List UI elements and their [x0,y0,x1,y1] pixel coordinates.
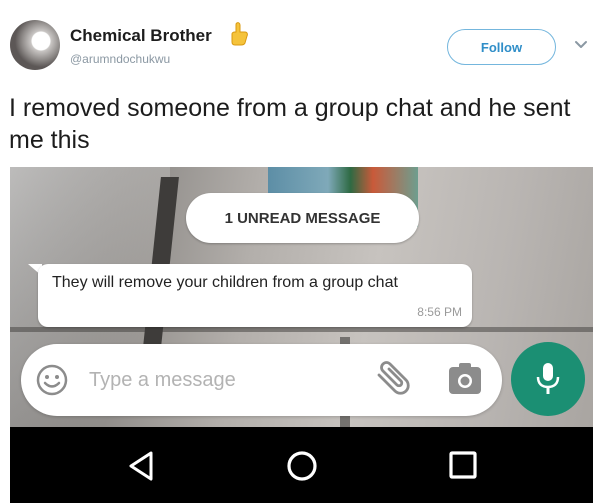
recents-icon[interactable] [449,451,477,479]
photo-pole [10,327,593,332]
message-text: They will remove your children from a gr… [52,274,398,291]
message-time: 8:56 PM [417,305,462,319]
microphone-icon [536,363,560,394]
smiley-icon[interactable] [36,364,68,396]
back-icon[interactable] [127,450,155,482]
home-icon[interactable] [286,450,318,482]
unread-banner: 1 UNREAD MESSAGE [186,193,419,243]
follow-button[interactable]: Follow [447,29,556,65]
paperclip-icon[interactable] [373,361,413,397]
author-name[interactable]: Chemical Brother [70,26,212,46]
avatar[interactable] [10,20,60,70]
tweet-text: I removed someone from a group chat and … [9,94,571,154]
author-handle[interactable]: @arumndochukwu [70,52,170,66]
chevron-down-icon[interactable] [574,40,588,50]
message-bubble[interactable]: They will remove your children from a gr… [38,264,472,327]
pointing-hand-icon [231,22,248,46]
mic-button[interactable] [511,342,585,416]
message-input[interactable] [89,362,359,398]
camera-icon[interactable] [448,363,482,395]
